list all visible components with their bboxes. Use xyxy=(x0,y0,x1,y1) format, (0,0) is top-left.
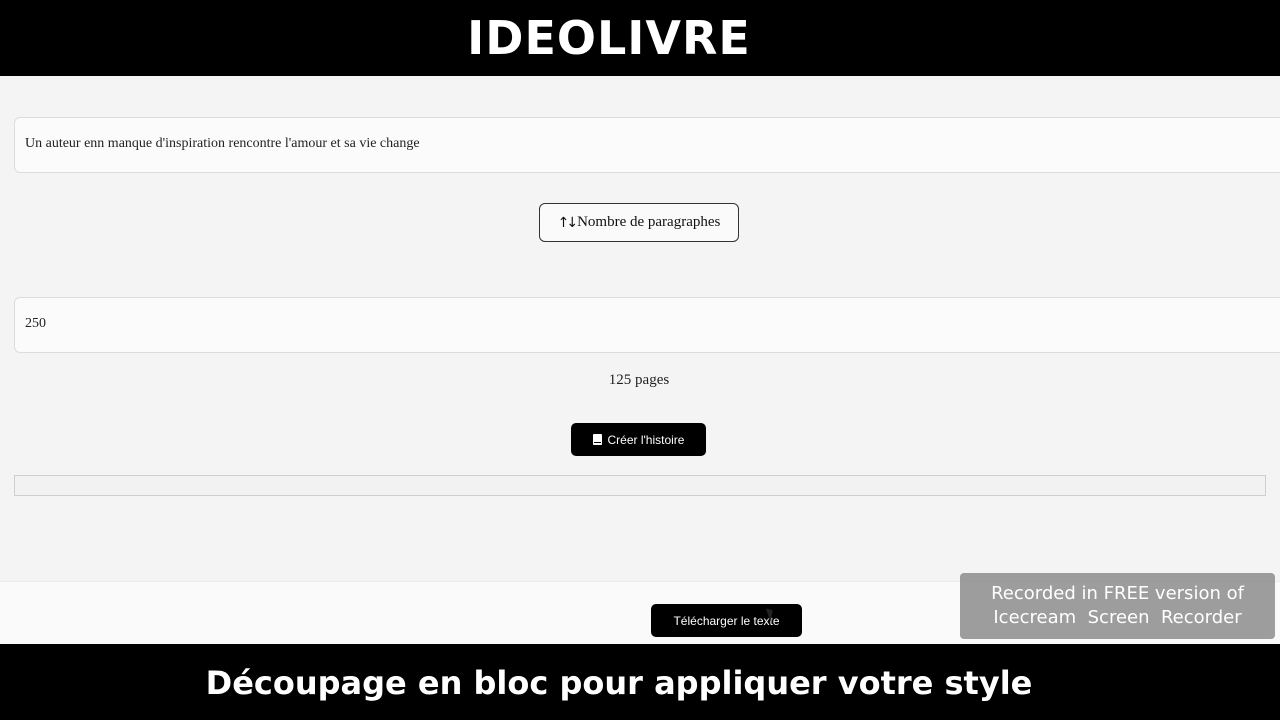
sort-arrows-icon: ↑↓ xyxy=(557,214,579,231)
download-text-button[interactable]: Télécharger le texte xyxy=(651,604,802,637)
paragraphs-count-button[interactable]: ↑↓ Nombre de paragraphes xyxy=(539,203,739,242)
recorder-watermark: Recorded in FREE version of Icecream Scr… xyxy=(960,573,1275,639)
create-story-button[interactable]: Créer l'histoire xyxy=(571,423,706,456)
story-idea-input[interactable]: Un auteur enn manque d'inspiration renco… xyxy=(14,117,1280,173)
pages-count-label: 125 pages xyxy=(608,372,670,388)
app-content: Un auteur enn manque d'inspiration renco… xyxy=(0,76,1280,581)
book-icon xyxy=(592,434,602,445)
top-banner: IDEOLIVRE xyxy=(0,0,1280,76)
bottom-banner: Découpage en bloc pour appliquer votre s… xyxy=(0,644,1280,720)
caption-text: Découpage en bloc pour appliquer votre s… xyxy=(205,664,1033,702)
create-story-button-label: Créer l'histoire xyxy=(607,432,685,447)
paragraph-count-value: 250 xyxy=(25,316,46,331)
output-area xyxy=(14,475,1266,496)
banner-title: IDEOLIVRE xyxy=(467,11,751,65)
watermark-line-2: Icecream Screen Recorder xyxy=(993,607,1242,628)
story-idea-value: Un auteur enn manque d'inspiration renco… xyxy=(25,136,420,151)
paragraph-count-input[interactable]: 250 xyxy=(14,297,1280,353)
download-text-button-label: Télécharger le texte xyxy=(673,613,780,628)
paragraphs-count-button-label: Nombre de paragraphes xyxy=(577,214,721,230)
watermark-line-1: Recorded in FREE version of xyxy=(991,583,1244,604)
